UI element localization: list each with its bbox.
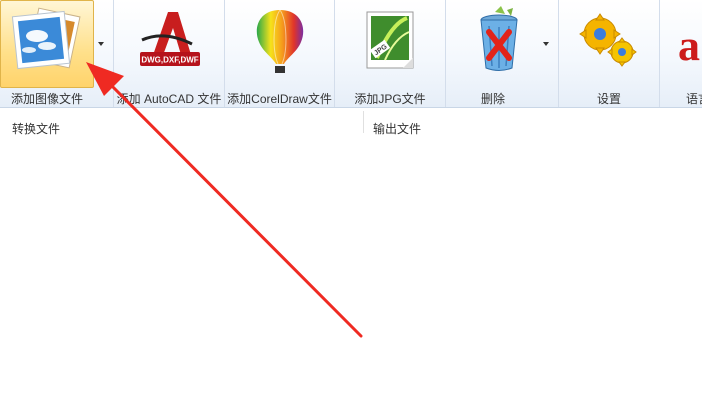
- add-coreldraw-label: 添加CorelDraw文件: [227, 92, 332, 106]
- add-image-dropdown-arrow[interactable]: [98, 42, 104, 46]
- add-image-button[interactable]: 添加图像文件: [0, 0, 112, 107]
- jpg-file-icon: JPG: [366, 11, 414, 69]
- output-files-title: 输出文件: [373, 122, 422, 136]
- language-label: 语言: [686, 92, 702, 106]
- photo-stack-icon: [11, 7, 81, 70]
- convert-files-title: 转换文件: [12, 122, 61, 136]
- settings-button[interactable]: 设置: [559, 0, 659, 107]
- autocad-icon: DWG,DXF,DWF: [140, 12, 200, 66]
- language-icon: a: [678, 21, 700, 70]
- panel-divider: [363, 111, 364, 133]
- add-coreldraw-button[interactable]: 添加CorelDraw文件: [225, 0, 334, 107]
- autocad-badge-text: DWG,DXF,DWF: [141, 56, 198, 65]
- toolbar: 添加图像文件 DWG,DXF,DWF 添加 AutoCAD 文件 添加Corel…: [0, 0, 702, 108]
- delete-dropdown-arrow[interactable]: [543, 42, 549, 46]
- svg-text:a: a: [678, 21, 700, 70]
- file-panels: 转换文件 输出文件: [0, 108, 702, 411]
- add-image-label: 添加图像文件: [10, 92, 83, 106]
- add-jpg-label: 添加JPG文件: [354, 92, 426, 106]
- gears-icon: [579, 13, 637, 67]
- add-autocad-button[interactable]: DWG,DXF,DWF 添加 AutoCAD 文件: [114, 0, 224, 107]
- delete-button[interactable]: 删除: [446, 0, 558, 107]
- add-jpg-button[interactable]: JPG 添加JPG文件: [335, 0, 445, 107]
- coreldraw-balloon-icon: [256, 9, 303, 73]
- settings-label: 设置: [596, 92, 621, 106]
- recycle-bin-icon: [480, 6, 518, 71]
- add-autocad-label: 添加 AutoCAD 文件: [116, 92, 222, 106]
- language-button[interactable]: a 语言: [660, 0, 702, 107]
- delete-label: 删除: [480, 92, 505, 106]
